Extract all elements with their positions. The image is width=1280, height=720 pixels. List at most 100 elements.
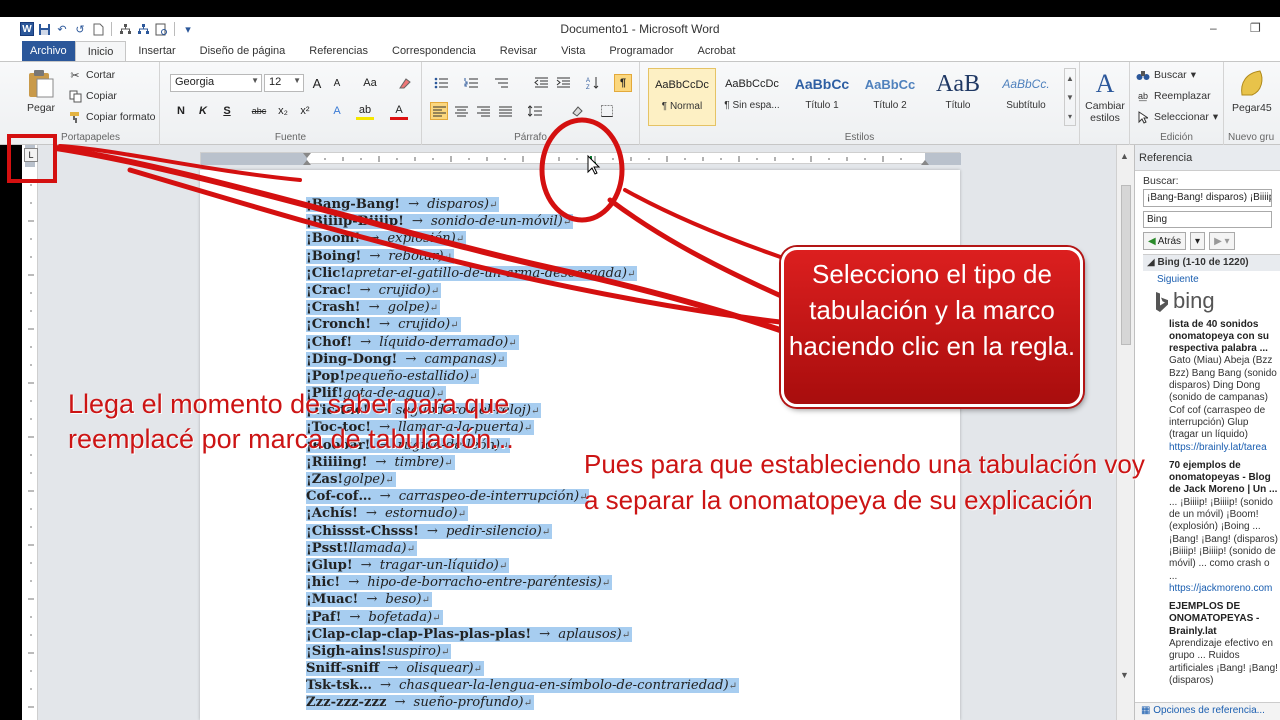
selected-text[interactable]: ¡Zas!golpe)↵ bbox=[306, 472, 396, 487]
tab-developer[interactable]: Programador bbox=[597, 41, 685, 61]
font-name-combo[interactable]: Georgia ▼ bbox=[170, 74, 262, 92]
document-line[interactable]: ¡Ding-Dong! → campanas)↵ bbox=[306, 351, 739, 368]
subscript-button[interactable]: x₂ bbox=[274, 102, 292, 120]
borders-icon[interactable] bbox=[598, 102, 616, 120]
result-url[interactable]: https://brainly.lat/tarea bbox=[1143, 442, 1280, 458]
style-normal[interactable]: AaBbCcDc ¶ Normal bbox=[648, 68, 716, 126]
multilevel-list-icon[interactable] bbox=[492, 74, 510, 92]
selected-text[interactable]: ¡Chof! → líquido-derramado)↵ bbox=[306, 334, 519, 350]
restore-button[interactable]: ❐ bbox=[1250, 21, 1261, 35]
tab-view[interactable]: Vista bbox=[549, 41, 597, 61]
selected-text[interactable]: ¡Ding-Dong! → campanas)↵ bbox=[306, 351, 508, 367]
result-item[interactable]: lista de 40 sonidos onomatopeya con su r… bbox=[1143, 317, 1280, 458]
document-line[interactable]: ¡hic! → hipo-de-borracho-entre-paréntesis)… bbox=[306, 574, 739, 591]
document-line[interactable]: ¡Bang-Bang! → disparos)↵ bbox=[306, 196, 739, 213]
scroll-down-icon[interactable]: ▼ bbox=[1120, 670, 1129, 680]
print-preview-icon[interactable] bbox=[153, 21, 169, 37]
redo-icon[interactable]: ↺ bbox=[72, 21, 88, 37]
document-line[interactable]: ¡Clap-clap-clap-Plas-plas-plas! → aplausos… bbox=[306, 626, 739, 643]
selected-text[interactable]: ¡Paf! → bofetada)↵ bbox=[306, 609, 443, 625]
research-options-link[interactable]: ▦ Opciones de referencia... bbox=[1135, 702, 1280, 720]
tab-mailings[interactable]: Correspondencia bbox=[380, 41, 488, 61]
selected-text[interactable]: Sniff-sniff → olisquear)↵ bbox=[306, 661, 484, 677]
selected-text[interactable]: ¡Chissst-Chsss! → pedir-silencio)↵ bbox=[306, 523, 553, 539]
selected-text[interactable]: ¡Cronch! → crujido)↵ bbox=[306, 317, 461, 333]
numbering-icon[interactable] bbox=[462, 74, 480, 92]
document-line[interactable]: Tsk-tsk… → chasquear-la-lengua-en-símbolo-… bbox=[306, 677, 740, 694]
selected-text[interactable]: ¡Sigh-ains!suspiro)↵ bbox=[306, 643, 452, 659]
find-button[interactable]: Buscar ▾ bbox=[1136, 68, 1196, 82]
increase-indent-icon[interactable] bbox=[554, 74, 572, 92]
selected-text[interactable]: ¡Boing! → rebotar)↵ bbox=[306, 248, 454, 264]
document-line[interactable]: Sniff-sniff → olisquear)↵ bbox=[306, 660, 739, 677]
font-color-button[interactable]: A bbox=[390, 102, 408, 120]
tab-acrobat[interactable]: Acrobat bbox=[686, 41, 748, 61]
style-heading-2[interactable]: AaBbCc Título 2 bbox=[856, 68, 924, 126]
clear-format-icon[interactable] bbox=[396, 74, 414, 92]
scroll-thumb[interactable] bbox=[1121, 185, 1131, 345]
new-document-icon[interactable] bbox=[90, 21, 106, 37]
selected-text[interactable]: Tsk-tsk… → chasquear-la-lengua-en-símbolo-… bbox=[306, 678, 740, 694]
sort-icon[interactable]: AZ bbox=[584, 74, 602, 92]
style-subtitle[interactable]: AaBbCc. Subtítulo bbox=[992, 68, 1060, 126]
italic-button[interactable]: K bbox=[194, 102, 212, 120]
undo-icon[interactable]: ↶ bbox=[54, 21, 70, 37]
result-title[interactable]: 70 ejemplos de onomatopeyas - Blog de Ja… bbox=[1143, 458, 1280, 497]
selected-text[interactable]: ¡Clap-clap-clap-Plas-plas-plas! → aplausos… bbox=[306, 626, 633, 642]
selected-text[interactable]: ¡Pop!pequeño-estallido)↵ bbox=[306, 368, 480, 384]
tab-home[interactable]: Inicio bbox=[74, 41, 127, 61]
vertical-scrollbar[interactable]: ▲ ▼ bbox=[1116, 145, 1134, 720]
style-heading-1[interactable]: AaBbCc Título 1 bbox=[788, 68, 856, 126]
tab-insert[interactable]: Insertar bbox=[126, 41, 187, 61]
vertical-ruler[interactable] bbox=[22, 145, 38, 720]
document-line[interactable]: ¡Biiiip-Biiiip! → sonido-de-un-móvil)↵ bbox=[306, 213, 739, 230]
next-link[interactable]: Siguiente bbox=[1143, 271, 1280, 286]
source-select[interactable]: Bing bbox=[1143, 211, 1272, 228]
selected-text[interactable]: ¡Achís! → estornudo)↵ bbox=[306, 506, 468, 522]
styles-scroll[interactable]: ▲ ▼ ▾ bbox=[1064, 68, 1076, 126]
back-button[interactable]: ◀ Atrás bbox=[1143, 232, 1187, 250]
change-case-button[interactable]: Aa bbox=[358, 74, 382, 92]
highlight-button[interactable]: ab bbox=[356, 102, 374, 120]
tab-page-layout[interactable]: Diseño de página bbox=[188, 41, 298, 61]
align-right-icon[interactable] bbox=[474, 102, 492, 120]
document-line[interactable]: ¡Boom! → explosión)↵ bbox=[306, 230, 739, 247]
paste45-button[interactable]: Pegar45 bbox=[1232, 68, 1272, 114]
text-effects-button[interactable]: A bbox=[328, 102, 346, 120]
forward-button[interactable]: ▶ ▾ bbox=[1209, 232, 1235, 250]
back-dropdown[interactable]: ▾ bbox=[1190, 232, 1206, 250]
tab-selector-button[interactable]: L bbox=[24, 148, 38, 162]
result-title[interactable]: lista de 40 sonidos onomatopeya con su r… bbox=[1143, 317, 1280, 356]
document-line[interactable]: ¡Cronch! → crujido)↵ bbox=[306, 316, 739, 333]
tab-file[interactable]: Archivo bbox=[22, 41, 75, 61]
selected-text[interactable]: ¡Muac! → beso)↵ bbox=[306, 592, 432, 608]
align-center-icon[interactable] bbox=[452, 102, 470, 120]
tab-references[interactable]: Referencias bbox=[297, 41, 380, 61]
selected-text[interactable]: ¡Crash! → golpe)↵ bbox=[306, 300, 441, 316]
selected-text[interactable]: ¡Biiiip-Biiiip! → sonido-de-un-móvil)↵ bbox=[306, 214, 574, 230]
document-line[interactable]: ¡Chissst-Chsss! → pedir-silencio)↵ bbox=[306, 523, 739, 540]
grow-font-button[interactable]: A bbox=[308, 74, 326, 92]
underline-button[interactable]: S bbox=[218, 102, 236, 120]
word-logo-icon[interactable]: W bbox=[20, 22, 34, 36]
selected-text[interactable]: ¡Clic!apretar-el-gatillo-de-un-arma-desc… bbox=[306, 265, 638, 281]
document-line[interactable]: ¡Psst!llamada)↵ bbox=[306, 540, 739, 557]
document-line[interactable]: ¡Clic!apretar-el-gatillo-de-un-arma-desc… bbox=[306, 265, 739, 282]
search-input[interactable]: ¡Bang-Bang! disparos) ¡Biiiip- bbox=[1143, 189, 1272, 207]
decrease-indent-icon[interactable] bbox=[532, 74, 550, 92]
result-title[interactable]: EJEMPLOS DE ONOMATOPEYAS - Brainly.lat bbox=[1143, 599, 1280, 638]
document-line[interactable]: ¡Muac! → beso)↵ bbox=[306, 591, 739, 608]
document-line[interactable]: ¡Paf! → bofetada)↵ bbox=[306, 609, 739, 626]
selected-text[interactable]: ¡Boom! → explosión)↵ bbox=[306, 231, 467, 247]
format-painter-button[interactable]: Copiar formato bbox=[68, 110, 155, 124]
strikethrough-button[interactable]: abc bbox=[248, 102, 270, 120]
bullets-icon[interactable] bbox=[432, 74, 450, 92]
selected-text[interactable]: Cof-cof… → carraspeo-de-interrupción)↵ bbox=[306, 489, 590, 505]
document-line[interactable]: ¡Pop!pequeño-estallido)↵ bbox=[306, 368, 739, 385]
results-header[interactable]: ◢ Bing (1-10 de 1220) bbox=[1143, 255, 1280, 272]
org-icon[interactable] bbox=[135, 21, 151, 37]
document-line[interactable]: ¡Crac! → crujido)↵ bbox=[306, 282, 739, 299]
bold-button[interactable]: N bbox=[172, 102, 190, 120]
shading-icon[interactable] bbox=[568, 102, 586, 120]
selected-text[interactable]: Zzz-zzz-zzz → sueño-profundo)↵ bbox=[306, 695, 534, 711]
